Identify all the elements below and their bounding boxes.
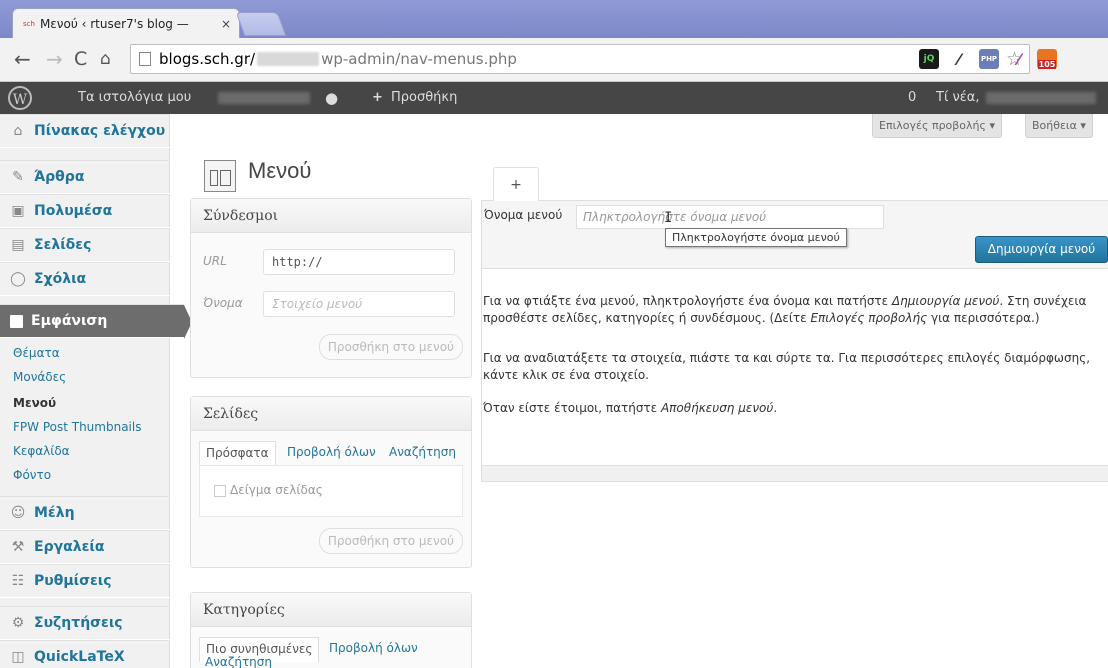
plus-icon: + (372, 90, 383, 105)
help-button[interactable]: Βοήθεια ▾ (1025, 114, 1093, 138)
pages-box-title[interactable]: Σελίδες (191, 397, 471, 431)
menu-editor-footer (482, 465, 1108, 481)
help-paragraph-1: Για να φτιάξτε ένα μενού, πληκτρολογήστε… (483, 294, 1087, 325)
sidebar-item-comments[interactable]: ◯ Σχόλια (0, 262, 170, 296)
favicon-icon: sch (23, 19, 35, 28)
sidebar-item-users[interactable]: ☺ Μέλη (0, 496, 170, 530)
links-box-title[interactable]: Σύνδεσμοι (191, 199, 471, 233)
close-tab-icon[interactable]: × (221, 17, 231, 31)
appearance-icon (10, 314, 23, 328)
comments-bubble-icon[interactable]: ● (325, 82, 338, 114)
help-paragraph-3: Όταν είστε έτοιμοι, πατήστε Αποθήκευση μ… (483, 401, 778, 415)
pin-icon: ✎ (12, 169, 24, 185)
settings-icon: ☷ (11, 573, 25, 589)
create-menu-button[interactable]: Δημιουργία μενού (975, 236, 1108, 263)
back-icon[interactable]: ← (14, 48, 31, 70)
browser-tab[interactable]: sch Μενού ‹ rtuser7's blog — × (12, 8, 240, 38)
sidebar-item-posts[interactable]: ✎ Άρθρα (0, 160, 170, 194)
sidebar-item-discussions[interactable]: ⚙ Συζητήσεις (0, 606, 170, 640)
sidebar-item-settings[interactable]: ☷ Ρυθμίσεις (0, 564, 170, 598)
browser-toolbar: ← → C ⌂ blogs.sch.gr/ wp-admin/nav-menus… (0, 38, 1108, 82)
url-host: blogs.sch.gr/ (159, 50, 256, 68)
sidebar-item-dashboard[interactable]: ⌂ Πίνακας ελέγχου (0, 114, 170, 148)
sidebar-item-quicklatex[interactable]: ◫ QuickLaTeX (0, 640, 170, 668)
sidebar-item-appearance[interactable]: Εμφάνιση (0, 304, 192, 339)
add-link-to-menu-button[interactable]: Προσθήκη στο μενού (318, 334, 463, 360)
url-input[interactable]: http:// (263, 249, 455, 275)
new-content-link[interactable]: Προσθήκη (391, 82, 457, 114)
add-pages-to-menu-button[interactable]: Προσθήκη στο μενού (318, 528, 463, 554)
rss-ext-icon[interactable]: 105 (1037, 49, 1057, 69)
screen-options-button[interactable]: Επιλογές προβολής ▾ (872, 114, 1002, 138)
url-redacted (257, 52, 320, 66)
pages-icon: ▤ (11, 237, 25, 253)
links-box: Σύνδεσμοι URL http:// Όνομα Στοιχείο μεν… (190, 198, 472, 378)
reload-icon[interactable]: C (74, 48, 87, 70)
tooltip: Πληκτρολογήστε όνομα μενού (665, 228, 847, 247)
latex-icon: ◫ (11, 649, 25, 665)
submenu-header[interactable]: Κεφαλίδα (13, 444, 70, 458)
users-icon: ☺ (10, 505, 26, 521)
menus-page-icon (204, 160, 236, 192)
user-name-redacted[interactable] (986, 82, 1096, 114)
wordpress-logo-icon[interactable]: W (8, 86, 32, 110)
url-label: URL (203, 254, 227, 268)
address-bar[interactable]: blogs.sch.gr/ wp-admin/nav-menus.php ☆ (130, 44, 1030, 74)
pages-list: Δείγμα σελίδας (199, 465, 463, 517)
tab-recent[interactable]: Πρόσφατα (199, 441, 276, 466)
submenu-widgets[interactable]: Μονάδες (13, 370, 66, 384)
sidebar-item-tools[interactable]: ⚒ Εργαλεία (0, 530, 170, 564)
forward-icon[interactable]: → (46, 48, 63, 70)
pages-box: Σελίδες Πρόσφατα Προβολή όλων Αναζήτηση … (190, 396, 472, 568)
page-icon (139, 52, 151, 66)
home-icon[interactable]: ⌂ (100, 48, 111, 70)
comments-icon: ◯ (10, 271, 26, 287)
browser-tabstrip: sch Μενού ‹ rtuser7's blog — × (0, 0, 1108, 38)
help-paragraph-2: Για να αναδιατάξετε τα στοιχεία, πιάστε … (483, 351, 1091, 382)
add-menu-tab[interactable]: + (493, 167, 539, 201)
php-ext-icon[interactable]: PHP (979, 49, 999, 69)
home-icon: ⌂ (13, 123, 23, 139)
menu-item-name-input[interactable]: Στοιχείο μενού (263, 291, 455, 317)
tools-icon: ⚒ (11, 539, 25, 555)
tab-search-categories[interactable]: Αναζήτηση (205, 655, 272, 668)
text-cursor-icon: I (664, 210, 673, 226)
gear-icon: ⚙ (11, 615, 25, 631)
sidebar-item-pages[interactable]: ▤ Σελίδες (0, 228, 170, 262)
submenu-themes[interactable]: Θέματα (13, 346, 60, 360)
sample-page-label: Δείγμα σελίδας (230, 483, 323, 497)
tab-title: Μενού ‹ rtuser7's blog — (39, 16, 189, 31)
new-tab-button[interactable] (235, 12, 287, 36)
url-path: wp-admin/nav-menus.php (321, 50, 517, 68)
pen-ext-icon[interactable]: ⁄ (1009, 49, 1029, 69)
admin-bar: W Τα ιστολόγια μου ● + Προσθήκη 0 Τί νέα… (0, 82, 1108, 114)
categories-box-title[interactable]: Κατηγορίες (191, 593, 471, 627)
submenu-menus[interactable]: Μενού (13, 396, 56, 410)
sidebar-item-media[interactable]: ▣ Πολυμέσα (0, 194, 170, 228)
blog-name-link[interactable] (218, 82, 310, 114)
name-label: Όνομα (203, 296, 243, 310)
jquery-ext-icon[interactable]: jQ (919, 49, 939, 69)
tab-view-all-categories[interactable]: Προβολή όλων (329, 641, 418, 655)
media-icon: ▣ (11, 203, 25, 219)
categories-box: Κατηγορίες Πιο συνηθισμένες Προβολή όλων… (190, 592, 472, 668)
eyedropper-ext-icon[interactable]: ⁄ (949, 49, 969, 69)
menu-name-input[interactable]: Πληκτρολογήστε όνομα μενού (576, 205, 884, 229)
page-title: Μενού (248, 158, 312, 183)
submenu-fpw-thumbnails[interactable]: FPW Post Thumbnails (13, 420, 141, 434)
admin-sidebar: ⌂ Πίνακας ελέγχου ✎ Άρθρα ▣ Πολυμέσα ▤ Σελίδ… (0, 114, 192, 668)
my-blogs-link[interactable]: Τα ιστολόγια μου (78, 82, 191, 114)
howdy-label[interactable]: Τί νέα, (936, 82, 979, 114)
submenu-background[interactable]: Φόντο (13, 468, 51, 482)
tab-view-all[interactable]: Προβολή όλων (287, 445, 376, 459)
updates-count[interactable]: 0 (908, 82, 916, 114)
menu-name-label: Όνομα μενού (484, 208, 563, 222)
tab-search[interactable]: Αναζήτηση (389, 445, 456, 459)
sample-page-checkbox[interactable] (214, 485, 226, 497)
